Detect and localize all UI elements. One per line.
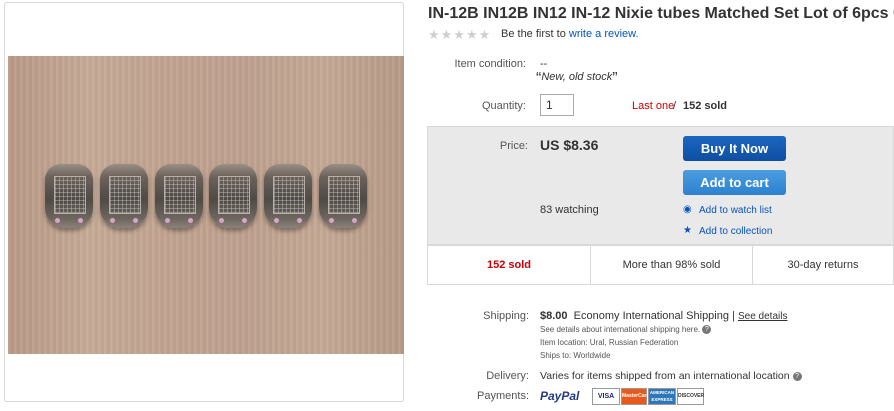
quantity-input[interactable]: 1 <box>540 94 574 116</box>
product-photo[interactable] <box>8 56 404 354</box>
write-review-link[interactable]: write a review. <box>569 28 639 40</box>
stats-bar: 152 sold More than 98% sold 30-day retur… <box>427 245 894 285</box>
listing-title: IN-12B IN12B IN12 IN-12 Nixie tubes Matc… <box>428 5 894 22</box>
buy-it-now-button[interactable]: Buy It Now <box>683 136 786 161</box>
rating-stars-icon: ★★★★★ <box>428 27 492 42</box>
help-icon[interactable]: ? <box>702 325 712 335</box>
watching-count: 83 watching <box>540 204 599 216</box>
ships-to: Ships to: Worldwide <box>540 351 611 360</box>
stat-percent-sold: More than 98% sold <box>622 259 721 271</box>
mastercard-logo: MasterCard <box>621 388 650 405</box>
shipping-cost: $8.00 <box>540 310 568 322</box>
review-line: Be the first to write a review. <box>501 28 639 40</box>
quantity-label: Quantity: <box>481 100 526 112</box>
discover-logo: DISCOVER <box>677 388 704 405</box>
last-one-notice: Last one <box>632 100 675 112</box>
condition-label: Item condition: <box>454 58 526 70</box>
delivery-label: Delivery: <box>486 370 529 382</box>
star-icon: ★ <box>683 225 692 236</box>
stat-returns[interactable]: 30-day returns <box>753 246 893 284</box>
stat-sold: 152 sold <box>486 259 532 271</box>
condition-note: “New, old stock” <box>536 70 618 87</box>
see-details-link[interactable]: See details <box>738 311 787 322</box>
nixie-tubes-image <box>45 164 370 228</box>
sold-separator: / <box>673 100 677 112</box>
amex-logo: AMERICAN EXPRESS <box>648 388 676 405</box>
sold-count-link[interactable]: 152 sold <box>683 100 727 112</box>
review-prefix: Be the first to <box>501 28 569 40</box>
visa-logo: VISA <box>592 388 620 405</box>
product-image-panel[interactable] <box>4 2 404 402</box>
shipping-label: Shipping: <box>483 310 529 322</box>
payments-label: Payments: <box>477 390 529 402</box>
price-label: Price: <box>499 140 528 152</box>
delivery-value: Varies for items shipped from an interna… <box>540 370 802 382</box>
add-to-cart-button[interactable]: Add to cart <box>683 170 786 195</box>
shipping-method: Economy International Shipping <box>573 310 729 322</box>
condition-value: -- <box>540 58 548 70</box>
eye-icon: ◉ <box>683 204 692 215</box>
add-to-collection-link[interactable]: Add to collection <box>699 226 772 237</box>
add-to-watch-list-link[interactable]: Add to watch list <box>699 205 772 216</box>
shipping-line: $8.00 Economy International Shipping | S… <box>540 310 787 322</box>
shipping-separator: | <box>728 310 738 322</box>
shipping-note: See details about international shipping… <box>540 325 712 335</box>
paypal-logo: PayPal <box>540 389 580 403</box>
price-value: US $8.36 <box>540 137 599 153</box>
item-location: Item location: Ural, Russian Federation <box>540 338 679 347</box>
help-icon[interactable]: ? <box>792 371 802 381</box>
